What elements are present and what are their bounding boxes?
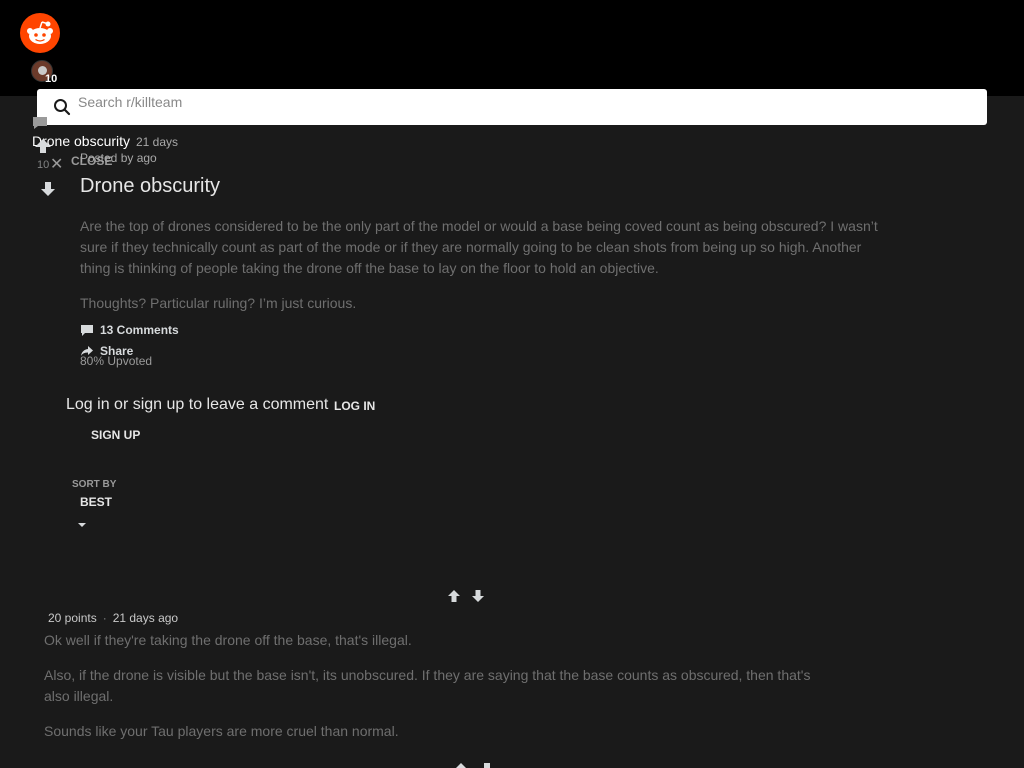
- comment-vote-controls: [447, 589, 485, 603]
- comment-age: 21 days ago: [112, 611, 179, 625]
- comment-vote-controls: [454, 762, 494, 768]
- search-bar[interactable]: [37, 89, 987, 125]
- downvote-icon[interactable]: [40, 181, 56, 197]
- vote-count: 10: [37, 159, 50, 171]
- comment-paragraph: Also, if the drone is visible but the ba…: [44, 667, 811, 704]
- upvote-icon[interactable]: [34, 138, 52, 154]
- search-icon: [54, 99, 71, 116]
- comments-button[interactable]: 13 Comments: [80, 323, 179, 337]
- comment-icon: [81, 324, 93, 336]
- comment-points: 20 points: [48, 611, 97, 625]
- comments-label: 13 Comments: [100, 323, 179, 337]
- comment-paragraph: Ok well if they're taking the drone off …: [44, 632, 412, 648]
- top-bar: 10: [0, 0, 1024, 96]
- login-button[interactable]: LOG IN: [334, 399, 375, 413]
- downvote-icon[interactable]: [471, 589, 485, 603]
- upvote-icon[interactable]: [454, 762, 468, 768]
- chevron-down-icon[interactable]: [77, 522, 87, 528]
- comment-icon: [33, 117, 47, 129]
- signup-button[interactable]: SIGN UP: [91, 428, 140, 442]
- post-body: Are the top of drones considered to be t…: [80, 216, 880, 314]
- comment-body: Ok well if they're taking the drone off …: [44, 630, 824, 742]
- reddit-logo-icon[interactable]: [20, 13, 60, 53]
- login-prompt: Log in or sign up to leave a comment: [66, 396, 329, 413]
- comment-meta: 20 points · 21 days ago: [48, 611, 178, 625]
- avatar-count: 10: [45, 73, 58, 85]
- post-body-paragraph: Are the top of drones considered to be t…: [80, 218, 878, 276]
- separator: ·: [102, 611, 107, 625]
- upvote-icon[interactable]: [447, 589, 461, 603]
- close-icon[interactable]: ✕: [50, 154, 63, 174]
- comment-paragraph: Sounds like your Tau players are more cr…: [44, 723, 399, 739]
- search-input[interactable]: [78, 89, 968, 115]
- upvoted-percentage: 80% Upvoted: [80, 354, 153, 368]
- post-title: Drone obscurity: [80, 175, 221, 197]
- sort-by-label: SORT BY: [72, 479, 117, 490]
- downvote-icon[interactable]: [480, 762, 494, 768]
- post-body-paragraph: Thoughts? Particular ruling? I’m just cu…: [80, 295, 357, 311]
- posted-by: Posted by ago: [80, 151, 157, 165]
- sort-dropdown[interactable]: BEST: [80, 495, 112, 509]
- post-age-small: 21 days: [136, 135, 179, 149]
